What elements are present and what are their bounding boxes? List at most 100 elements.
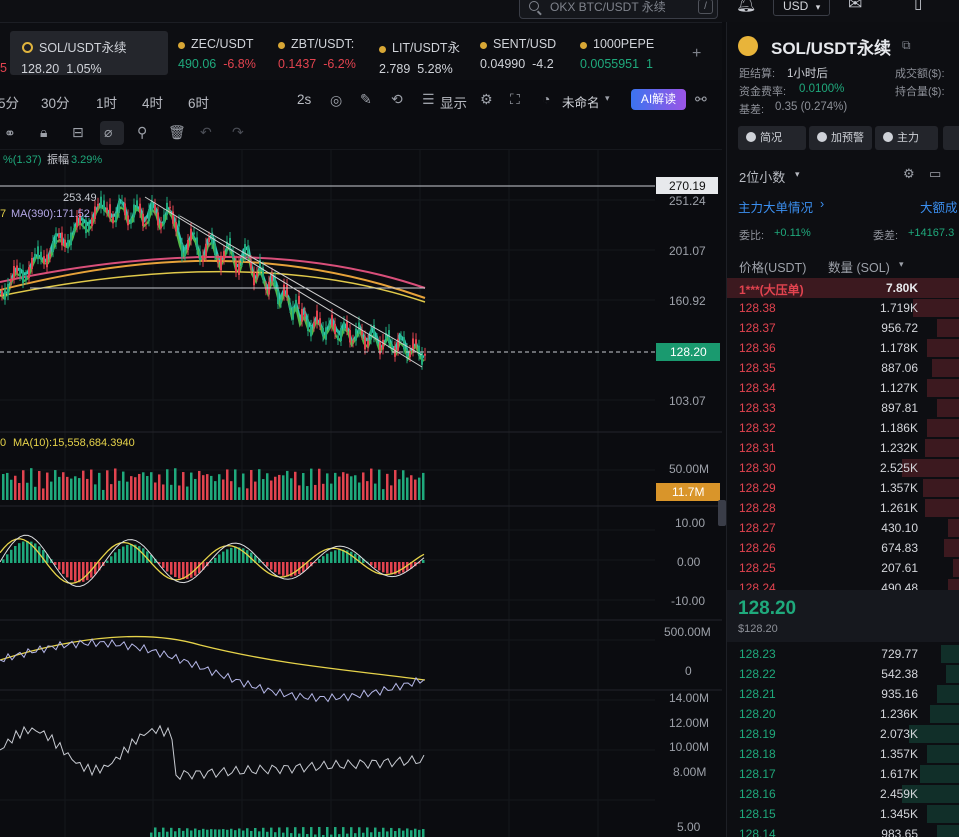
layout-name[interactable]: 未命名 [562,92,600,111]
ticker-pepe[interactable]: 1000PEPE 0.0055951 1 [580,37,672,77]
interval-button[interactable]: 2s [297,92,311,107]
add-alert-button[interactable]: 加预警 [809,126,872,150]
bottom-bar [202,828,205,837]
list-icon[interactable]: ☰ [422,91,435,108]
link-icon[interactable]: ⚭ [4,125,16,142]
bid-row[interactable]: 128.15 1.345K [727,804,959,824]
ticker-zbt[interactable]: ZBT/USDT: 0.1437 -6.2% [278,37,356,77]
order-qty: 887.06 [881,361,918,375]
bell-icon[interactable]: 🔔︎ [736,0,756,14]
ticker-sol[interactable]: SOL/USDT永续 128.20 1.05% [21,37,127,77]
candle-body [118,200,120,213]
redo-icon[interactable]: ↷ [232,124,244,141]
candle-body [379,342,381,355]
precision-select[interactable]: 2位小数 [739,167,785,186]
kline-chart[interactable]: %(1.37) 振幅 3.29% 7 MA(390):171.52 253.49… [0,150,722,837]
bid-row[interactable]: 128.14 983.65 [727,824,959,837]
timeframe-5m[interactable]: 5分 [0,92,19,112]
volume-bar [150,472,153,500]
undo-icon[interactable]: ↶ [200,124,212,141]
bid-row[interactable]: 128.23 729.77 [727,644,959,664]
copy-icon[interactable]: ⧉ [902,38,911,53]
ask-row[interactable]: 128.37 956.72 [727,318,959,338]
candle-body [292,306,294,320]
funding-countdown: 1小时后 [787,68,828,80]
big-deals-link[interactable]: 大额成 [920,197,958,216]
search-input[interactable]: OKX BTC/USDT 永续 / [519,0,718,19]
add-tab-button[interactable]: + [692,45,701,63]
currency-select[interactable]: USD ▾ [773,0,830,16]
candle-body [175,222,177,232]
volume-bar [286,470,289,500]
share-icon[interactable]: ⚯ [695,91,707,108]
bid-row[interactable]: 128.20 1.236K [727,704,959,724]
ticker-lit[interactable]: LIT/USDT永 2.789 5.28% [379,37,460,77]
macd-bar [10,549,13,563]
lock-icon[interactable]: 🔒︎ [40,124,47,141]
order-qty: 1.617K [879,767,918,781]
ai-analysis-button[interactable]: AI解读 [631,89,686,110]
ask-row[interactable]: 128.38 1.719K [727,298,959,318]
layout-icon[interactable]: ◔ [542,91,550,107]
bottom-bar [150,832,153,837]
settings-icon[interactable]: ⚙ [480,91,493,108]
display-button[interactable]: 显示 [440,92,467,112]
ticker-price: 0.04990 [480,57,526,71]
overview-button[interactable]: 简况 [738,126,806,150]
candle-body [19,268,21,276]
ask-row[interactable]: 128.30 2.525K [727,458,959,478]
timeframe-30m[interactable]: 30分 [41,92,70,112]
bid-row[interactable]: 128.18 1.357K [727,744,959,764]
ask-row[interactable]: 128.32 1.186K [727,418,959,438]
ask-row[interactable]: 128.35 887.06 [727,358,959,378]
big-ask-row[interactable]: 1***(大压单) 7.80K [727,278,959,298]
chat-icon[interactable]: ▭ [929,166,941,182]
big-orders-link[interactable]: 主力大单情况 [738,197,813,216]
ask-row[interactable]: 128.25 207.61 [727,558,959,578]
timeframe-1h[interactable]: 1时 [96,92,117,112]
undo-box-icon[interactable]: ⟲ [391,91,403,108]
trash-icon[interactable]: 🗑︎ [168,124,186,141]
volume-bar [294,471,297,500]
download-icon[interactable]: ▯ [914,0,922,12]
order-qty: 2.073K [879,727,918,741]
bid-row[interactable]: 128.21 935.16 [727,684,959,704]
camera-icon[interactable]: ◎ [330,92,342,109]
qty-column-header[interactable]: 数量 (SOL) [828,257,890,276]
ask-row[interactable]: 128.34 1.127K [727,378,959,398]
bottom-bar [422,829,425,837]
bid-row[interactable]: 128.22 542.38 [727,664,959,684]
ask-row[interactable]: 128.27 430.10 [727,518,959,538]
bid-row[interactable]: 128.17 1.617K [727,764,959,784]
candle-body [151,200,153,211]
macd-bar [378,562,381,571]
candle-body [232,252,234,257]
order-qty: 1.357K [879,481,918,495]
ask-row[interactable]: 128.31 1.232K [727,438,959,458]
fullscreen-icon[interactable]: ⛶ [510,91,520,108]
obv-ma [0,635,426,681]
settings-icon[interactable]: ⚙ [903,166,915,182]
macd-bar [14,545,17,563]
main-force-button[interactable]: 主力 [875,126,938,150]
ask-row[interactable]: 128.26 674.83 [727,538,959,558]
candle-body [310,325,312,337]
ask-row[interactable]: 128.36 1.178K [727,338,959,358]
timeframe-4h[interactable]: 4时 [142,92,163,112]
bid-row[interactable]: 128.19 2.073K [727,724,959,744]
filter-icon[interactable]: ⚲ [137,124,147,141]
ask-row[interactable]: 128.33 897.81 [727,398,959,418]
ask-row[interactable]: 128.29 1.357K [727,478,959,498]
macd-bar [226,549,229,563]
more-button[interactable] [943,126,959,150]
panel-resize-handle[interactable] [718,500,726,526]
ticker-zec[interactable]: ZEC/USDT 490.06 -6.8% [178,37,256,77]
pencil-icon[interactable]: ✎ [360,91,372,108]
timeframe-6h[interactable]: 6时 [188,92,209,112]
ticker-sent[interactable]: SENT/USD 0.04990 -4.2 [480,37,556,77]
ask-row[interactable]: 128.28 1.261K [727,498,959,518]
mail-icon[interactable]: ✉︎ [848,0,862,14]
bid-row[interactable]: 128.16 2.459K [727,784,959,804]
template-icon[interactable]: ⊟ [72,124,84,141]
volume-bar [182,472,185,500]
